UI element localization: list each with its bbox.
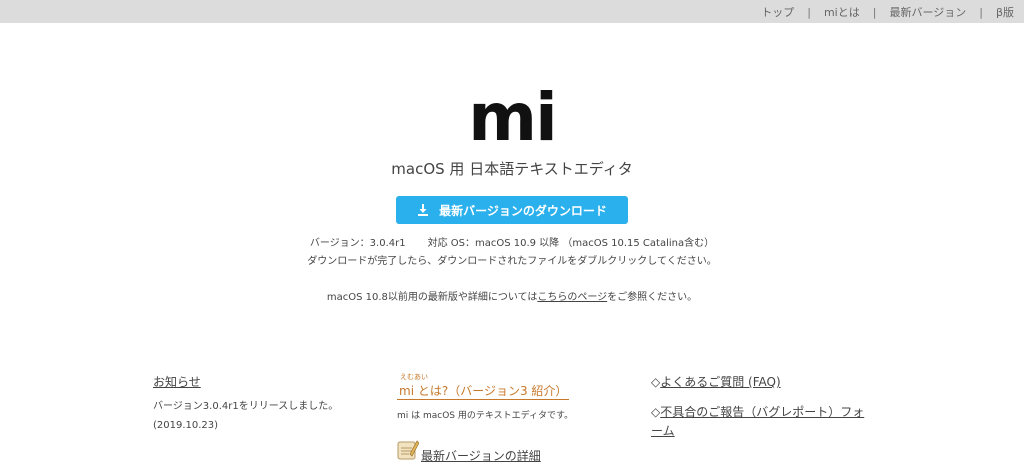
download-button[interactable]: 最新バージョンのダウンロード [396, 196, 628, 224]
bug-report-item: ◇不具合のご報告（バグレポート）フォーム [651, 403, 871, 441]
notepad-icon [397, 439, 420, 464]
legacy-prefix: macOS 10.8以前用の最新版や詳細については [326, 292, 538, 303]
download-icon [417, 204, 429, 216]
bug-report-link[interactable]: 不具合のご報告（バグレポート）フォーム [651, 405, 864, 438]
version-text: バージョン：3.0.4r1 [309, 238, 406, 249]
os-support-text: 対応 OS：macOS 10.9 以降 （macOS 10.15 Catalin… [427, 238, 715, 249]
legacy-info: macOS 10.8以前用の最新版や詳細についてはこちらのページをご参照ください… [0, 288, 1024, 303]
tagline: macOS 用 日本語テキストエディタ [391, 160, 633, 178]
news-text: バージョン3.0.4r1をリリースしました。 [153, 401, 339, 412]
diamond-icon: ◇ [651, 405, 661, 419]
nav-separator: | [807, 5, 811, 19]
mi-logo: mi [468, 79, 557, 156]
nav-beta[interactable]: β版 [996, 4, 1014, 20]
faq-column: ◇よくあるご質問 (FAQ) ◇不具合のご報告（バグレポート）フォーム [651, 373, 891, 441]
latest-details-row: 最新バージョンの詳細 [397, 439, 541, 464]
nav-about[interactable]: miとは [824, 4, 860, 20]
legacy-page-link[interactable]: こちらのページ [537, 292, 607, 303]
mi-ruby: えむあい [400, 373, 428, 381]
download-label: 最新バージョンのダウンロード [439, 203, 607, 218]
nav-separator: | [979, 5, 983, 19]
version-info: バージョン：3.0.4r1 対応 OS：macOS 10.9 以降 （macOS … [0, 234, 1024, 249]
about-description: mi は macOS 用のテキストエディタです。 [397, 411, 574, 421]
news-column: お知らせ バージョン3.0.4r1をリリースしました。 (2019.10.23) [153, 373, 353, 435]
news-heading-link[interactable]: お知らせ [153, 373, 353, 390]
news-date: (2019.10.23) [153, 420, 219, 431]
nav-top[interactable]: トップ [761, 4, 794, 20]
about-mi-link[interactable]: mi とは?（バージョン3 紹介） [397, 382, 570, 400]
nav-separator: | [872, 5, 877, 19]
nav-latest[interactable]: 最新バージョン [889, 4, 966, 20]
faq-link[interactable]: よくあるご質問 (FAQ) [660, 375, 780, 389]
diamond-icon: ◇ [651, 375, 661, 389]
top-bar: トップ | miとは | 最新バージョン | β版 [0, 0, 1024, 23]
news-body: バージョン3.0.4r1をリリースしました。 (2019.10.23) [153, 397, 353, 435]
install-instructions: ダウンロードが完了したら、ダウンロードされたファイルをダブルクリックしてください… [307, 256, 717, 267]
latest-details-link[interactable]: 最新バージョンの詳細 [421, 447, 541, 464]
about-column: えむあい mi とは?（バージョン3 紹介） mi は macOS 用のテキスト… [397, 373, 617, 463]
top-nav: トップ | miとは | 最新バージョン | β版 [761, 4, 1014, 20]
legacy-suffix: をご参照ください。 [607, 292, 698, 303]
faq-item: ◇よくあるご質問 (FAQ) [651, 373, 891, 392]
